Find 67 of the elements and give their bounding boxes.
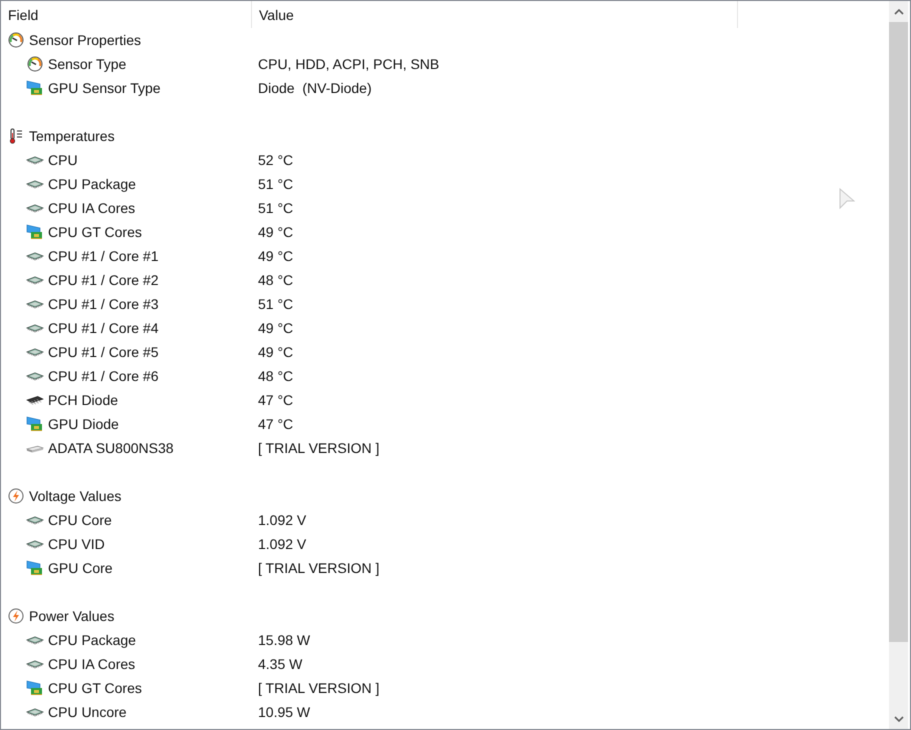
field-name: CPU VID — [48, 536, 105, 552]
lightning-icon — [7, 608, 25, 624]
field-value: 48 °C — [257, 272, 294, 288]
field-name: CPU Package — [48, 176, 136, 192]
field-name: ADATA SU800NS38 — [48, 440, 174, 456]
field-value: 15.98 W — [257, 632, 310, 648]
field-value: Diode (NV-Diode) — [257, 80, 372, 96]
field-name: PCH Diode — [48, 392, 118, 408]
field-name: CPU Package — [48, 632, 136, 648]
field-name: CPU GT Cores — [48, 224, 142, 240]
group-label: Temperatures — [29, 128, 115, 144]
field-value: 1.092 V — [257, 512, 306, 528]
field-value: 52 °C — [257, 152, 294, 168]
field-value: 51 °C — [257, 176, 294, 192]
field-value: 1.092 V — [257, 536, 306, 552]
field-name: CPU #1 / Core #5 — [48, 344, 158, 360]
graphics-card-icon — [26, 224, 44, 240]
field-name: GPU Diode — [48, 416, 119, 432]
gauge-icon — [7, 32, 25, 48]
field-name: CPU IA Cores — [48, 200, 136, 216]
chevron-up-icon — [894, 8, 904, 14]
group-row[interactable]: Temperatures — [1, 128, 251, 144]
field-name: CPU GT Cores — [48, 680, 142, 696]
field-name: CPU #1 / Core #1 — [48, 248, 158, 264]
field-name: CPU #1 / Core #6 — [48, 368, 158, 384]
field-name: GPU Core — [48, 560, 113, 576]
lightning-icon — [7, 488, 25, 504]
field-value: [ TRIAL VERSION ] — [257, 680, 380, 696]
field-value: 51 °C — [257, 200, 294, 216]
field-value: [ TRIAL VERSION ] — [257, 560, 380, 576]
gauge-icon — [26, 56, 44, 72]
field-value: 49 °C — [257, 320, 294, 336]
group-label: Power Values — [29, 608, 114, 624]
field-name: Sensor Type — [48, 56, 126, 72]
graphics-card-icon — [26, 680, 44, 696]
thermometer-icon — [7, 128, 25, 144]
field-value: 47 °C — [257, 392, 294, 408]
field-name: CPU Core — [48, 512, 112, 528]
group-row[interactable]: Sensor Properties — [1, 32, 251, 48]
field-value: [ TRIAL VERSION ] — [257, 440, 380, 456]
field-name: GPU Sensor Type — [48, 80, 161, 96]
field-name: CPU #1 / Core #4 — [48, 320, 158, 336]
pointer-icon — [839, 188, 855, 212]
chevron-down-icon — [894, 716, 904, 722]
field-value: 49 °C — [257, 224, 294, 240]
graphics-card-icon — [26, 80, 44, 96]
field-value: 4.35 W — [257, 656, 302, 672]
field-name: CPU #1 / Core #3 — [48, 296, 158, 312]
field-value: CPU, HDD, ACPI, PCH, SNB — [257, 56, 440, 72]
field-value: 47 °C — [257, 416, 294, 432]
field-name: CPU — [48, 152, 78, 168]
field-value: 48 °C — [257, 368, 294, 384]
group-row[interactable]: Voltage Values — [1, 488, 251, 504]
column-header[interactable]: Field — [1, 1, 252, 28]
field-value: 51 °C — [257, 296, 294, 312]
group-row[interactable]: Power Values — [1, 608, 251, 624]
group-label: Voltage Values — [29, 488, 122, 504]
field-value: 49 °C — [257, 344, 294, 360]
field-name: CPU #1 / Core #2 — [48, 272, 158, 288]
field-value: 10.95 W — [257, 704, 310, 720]
group-label: Sensor Properties — [29, 32, 142, 48]
field-name: CPU IA Cores — [48, 656, 136, 672]
graphics-card-icon — [26, 560, 44, 576]
graphics-card-icon — [26, 416, 44, 432]
field-name: CPU Uncore — [48, 704, 127, 720]
field-value: 49 °C — [257, 248, 294, 264]
column-header[interactable]: Value — [252, 1, 738, 28]
